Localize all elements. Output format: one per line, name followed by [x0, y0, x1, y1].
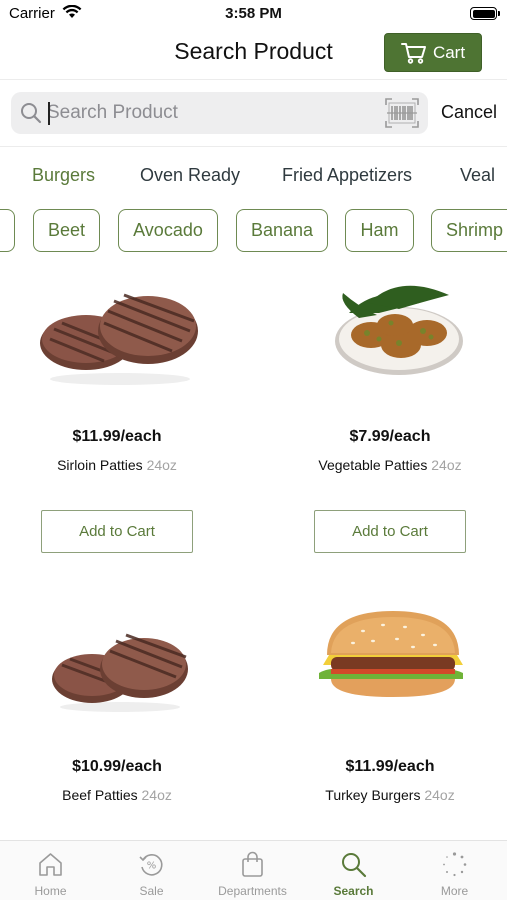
- filter-chip-avocado[interactable]: Avocado: [118, 209, 218, 252]
- product-card[interactable]: $10.99/each Beef Patties 24oz: [0, 586, 254, 840]
- filter-chip-partial[interactable]: [0, 209, 15, 252]
- tab-label: Sale: [139, 884, 164, 898]
- product-price: $10.99/each: [72, 758, 162, 775]
- tab-departments[interactable]: Departments: [202, 841, 303, 900]
- product-size: 24oz: [431, 457, 462, 473]
- battery-icon: [470, 7, 500, 20]
- filter-chip-shrimp[interactable]: Shrimp: [431, 209, 507, 252]
- barcode-scanner-icon[interactable]: [384, 97, 420, 129]
- tab-bar: Home % Sale Departments Search More: [0, 840, 507, 900]
- header: Search Product Cart: [0, 28, 507, 80]
- filter-chip-banana[interactable]: Banana: [236, 209, 328, 252]
- product-size: 24oz: [424, 787, 455, 803]
- search-icon: [342, 853, 367, 878]
- product-name-text: Beef Patties: [62, 787, 138, 803]
- search-icon: [21, 103, 42, 124]
- filter-chips: Beet Avocado Banana Ham Shrimp: [0, 206, 507, 256]
- product-price: $7.99/each: [349, 428, 431, 445]
- product-image-sirloin-patties: [40, 293, 198, 385]
- tab-label: Search: [333, 884, 374, 898]
- sale-icon: %: [139, 854, 163, 876]
- filter-chip-ham[interactable]: Ham: [345, 209, 414, 252]
- product-name: Beef Patties 24oz: [0, 787, 234, 803]
- product-grid: $11.99/each Sirloin Patties 24oz Add to …: [0, 256, 507, 840]
- product-name-text: Turkey Burgers: [325, 787, 421, 803]
- product-price: $11.99/each: [72, 428, 162, 445]
- text-caret: [48, 102, 50, 125]
- svg-text:%: %: [147, 861, 157, 872]
- search-input[interactable]: [47, 98, 377, 128]
- tab-label: Home: [34, 884, 67, 898]
- category-tab-burgers[interactable]: Burgers: [32, 165, 95, 186]
- status-bar: Carrier 3:58 PM: [0, 0, 507, 28]
- cart-button[interactable]: Cart: [384, 33, 482, 72]
- category-tabs: Burgers Oven Ready Fried Appetizers Veal: [0, 148, 507, 203]
- product-name: Sirloin Patties 24oz: [0, 457, 234, 473]
- search-box[interactable]: [11, 92, 428, 134]
- tab-label: Departments: [218, 884, 287, 898]
- cancel-button[interactable]: Cancel: [441, 102, 497, 123]
- product-image-vegetable-patties: [335, 285, 463, 375]
- more-icon: [443, 852, 467, 877]
- product-image-turkey-burger: [319, 611, 463, 697]
- add-to-cart-button[interactable]: Add to Cart: [41, 510, 193, 553]
- tab-home[interactable]: Home: [0, 841, 101, 900]
- product-name-text: Vegetable Patties: [318, 457, 428, 473]
- filter-chip-beet[interactable]: Beet: [33, 209, 100, 252]
- status-time: 3:58 PM: [225, 5, 282, 22]
- category-tab-veal[interactable]: Veal: [460, 165, 495, 186]
- category-tab-oven-ready[interactable]: Oven Ready: [140, 165, 240, 186]
- product-size: 24oz: [146, 457, 177, 473]
- product-card[interactable]: $7.99/each Vegetable Patties 24oz Add to…: [273, 256, 507, 576]
- product-price: $11.99/each: [345, 758, 435, 775]
- product-image-beef-patties: [52, 633, 188, 712]
- product-card[interactable]: $11.99/each Turkey Burgers 24oz: [273, 586, 507, 840]
- tab-label: More: [440, 884, 469, 898]
- cart-icon: [400, 42, 426, 64]
- shopping-bag-icon: [242, 851, 263, 877]
- product-name-text: Sirloin Patties: [57, 457, 143, 473]
- product-name: Vegetable Patties 24oz: [273, 457, 507, 473]
- product-name: Turkey Burgers 24oz: [273, 787, 507, 803]
- category-tab-fried-appetizers[interactable]: Fried Appetizers: [282, 165, 412, 186]
- add-to-cart-button[interactable]: Add to Cart: [314, 510, 466, 553]
- product-size: 24oz: [141, 787, 172, 803]
- cart-button-label: Cart: [432, 42, 466, 62]
- tab-more[interactable]: More: [404, 841, 505, 900]
- tab-search[interactable]: Search: [303, 841, 404, 900]
- tab-sale[interactable]: % Sale: [101, 841, 202, 900]
- search-row: Cancel: [0, 80, 507, 147]
- home-icon: [39, 853, 62, 876]
- product-card[interactable]: $11.99/each Sirloin Patties 24oz Add to …: [0, 256, 254, 576]
